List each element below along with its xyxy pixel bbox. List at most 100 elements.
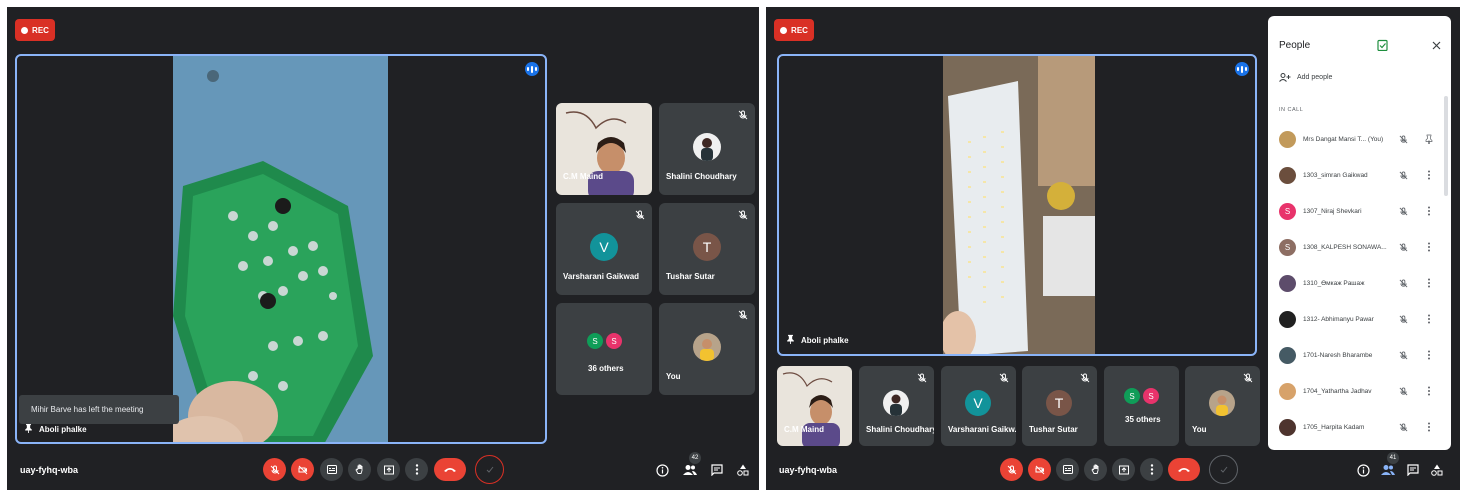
chat-button[interactable] [1406,463,1420,477]
participant-tile[interactable]: C.M Maind [777,366,852,446]
muted-mic-icon [738,110,748,120]
people-button[interactable] [683,463,697,477]
meeting-info-button[interactable] [655,463,669,477]
more-vert-icon[interactable] [1424,206,1434,216]
leave-call-button[interactable] [1168,458,1200,481]
participant-row[interactable]: S 1307_Niraj Shevkari [1268,193,1451,229]
people-button[interactable] [1381,463,1395,477]
pin-icon[interactable] [786,334,795,344]
more-options-button[interactable] [405,458,428,481]
meet-window-right: REC Aboli phalke C.M Maind Shalini Choud… [766,7,1460,490]
captions-button[interactable] [320,458,343,481]
meeting-code: uay-fyhq-wba [779,465,838,475]
others-tile[interactable]: S S 36 others [556,303,652,395]
annotation-check-button[interactable] [475,455,504,484]
muted-mic-icon[interactable] [1399,422,1408,432]
participant-name: Shalini Choudhary [666,172,737,181]
muted-mic-icon [1080,373,1090,383]
more-vert-icon[interactable] [1424,386,1434,396]
people-panel-title: People [1279,40,1311,51]
participant-avatar [1279,274,1296,292]
camera-toggle-button[interactable] [1028,458,1051,481]
self-tile[interactable]: You [659,303,755,395]
activities-button[interactable] [1430,463,1444,477]
mic-toggle-button[interactable] [263,458,286,481]
more-vert-icon [415,464,418,475]
participant-row[interactable]: 1310_Өмкаж Paшaж [1268,265,1451,301]
more-vert-icon[interactable] [1424,422,1434,432]
leave-call-button[interactable] [434,458,466,481]
others-avatars: S S [1124,388,1159,404]
others-avatars: S S [587,333,622,349]
more-vert-icon[interactable] [1424,170,1434,180]
participant-avatar [883,390,909,416]
participant-tile[interactable]: V Varsharani Gaikw... [941,366,1016,446]
participant-tile[interactable]: Shalini Choudhary [859,366,934,446]
more-vert-icon[interactable] [1424,278,1434,288]
muted-mic-icon[interactable] [1399,206,1408,216]
others-count: 35 others [1125,415,1161,424]
annotation-check-button[interactable] [1209,455,1238,484]
add-people-button[interactable]: Add people [1279,73,1332,82]
muted-mic-icon[interactable] [1399,386,1408,396]
activities-button[interactable] [736,463,750,477]
participant-row-name: 1303_simran Gaikwad [1303,171,1368,179]
participant-row[interactable]: 1312- Abhimanyu Pawar [1268,301,1451,337]
participant-tile[interactable]: C.M Maind [556,103,652,195]
close-icon[interactable] [1432,41,1441,50]
present-button[interactable] [377,458,400,481]
participant-row-name: 1312- Abhimanyu Pawar [1303,315,1374,323]
more-vert-icon[interactable] [1424,242,1434,252]
participant-row[interactable]: 1704_Yathartha Jadhav [1268,373,1451,409]
meeting-info-button[interactable] [1356,463,1370,477]
muted-mic-icon[interactable] [1399,350,1408,360]
captions-icon [1062,465,1073,474]
info-icon [1356,463,1370,477]
captions-button[interactable] [1056,458,1079,481]
mic-toggle-button[interactable] [1000,458,1023,481]
hang-up-icon [444,468,456,472]
present-icon [383,465,394,474]
speaking-indicator-icon [1235,62,1249,76]
more-vert-icon[interactable] [1424,314,1434,324]
muted-mic-icon[interactable] [1399,314,1408,324]
participant-tile[interactable]: T Tushar Sutar [1022,366,1097,446]
muted-mic-icon [738,210,748,220]
muted-mic-icon[interactable] [1399,170,1408,180]
participant-avatar [693,133,721,161]
muted-mic-icon[interactable] [1399,134,1408,144]
others-tile[interactable]: S S 35 others [1104,366,1179,446]
main-video-tile[interactable]: Aboli phalke [777,54,1257,356]
muted-mic-icon[interactable] [1399,242,1408,252]
muted-mic-icon[interactable] [1399,278,1408,288]
participant-tile[interactable]: Shalini Choudhary [659,103,755,195]
host-controls-icon[interactable] [1377,39,1388,51]
participant-row[interactable]: 1701-Naresh Bharambe [1268,337,1451,373]
participant-row[interactable]: S 1308_KALPESH SONAWA... [1268,229,1451,265]
participant-name: C.M Maind [784,425,824,434]
video-feed [173,56,388,442]
participant-row[interactable]: Mrs Dangat Mansi T... (You) [1268,121,1451,157]
camera-toggle-button[interactable] [291,458,314,481]
video-feed [943,56,1095,354]
record-dot-icon [21,26,29,34]
mic-off-icon [270,464,279,474]
pin-icon[interactable] [24,423,33,433]
raise-hand-button[interactable] [348,458,371,481]
participant-row[interactable]: 1303_simran Gaikwad [1268,157,1451,193]
main-speaker-name: Aboli phalke [801,336,849,345]
raise-hand-button[interactable] [1084,458,1107,481]
participant-tile[interactable]: V Varsharani Gaikwad [556,203,652,295]
present-button[interactable] [1112,458,1135,481]
meeting-code: uay-fyhq-wba [20,465,79,475]
participant-name: C.M Maind [563,172,603,181]
main-video-tile[interactable]: Aboli phalke [15,54,547,444]
more-vert-icon[interactable] [1424,350,1434,360]
participant-row[interactable]: 1705_Harpita Kadam [1268,409,1451,445]
participant-row-name: 1701-Naresh Bharambe [1303,351,1373,359]
chat-button[interactable] [710,463,724,477]
self-tile[interactable]: You [1185,366,1260,446]
more-options-button[interactable] [1140,458,1163,481]
pin-icon[interactable] [1424,134,1434,144]
participant-tile[interactable]: T Tushar Sutar [659,203,755,295]
